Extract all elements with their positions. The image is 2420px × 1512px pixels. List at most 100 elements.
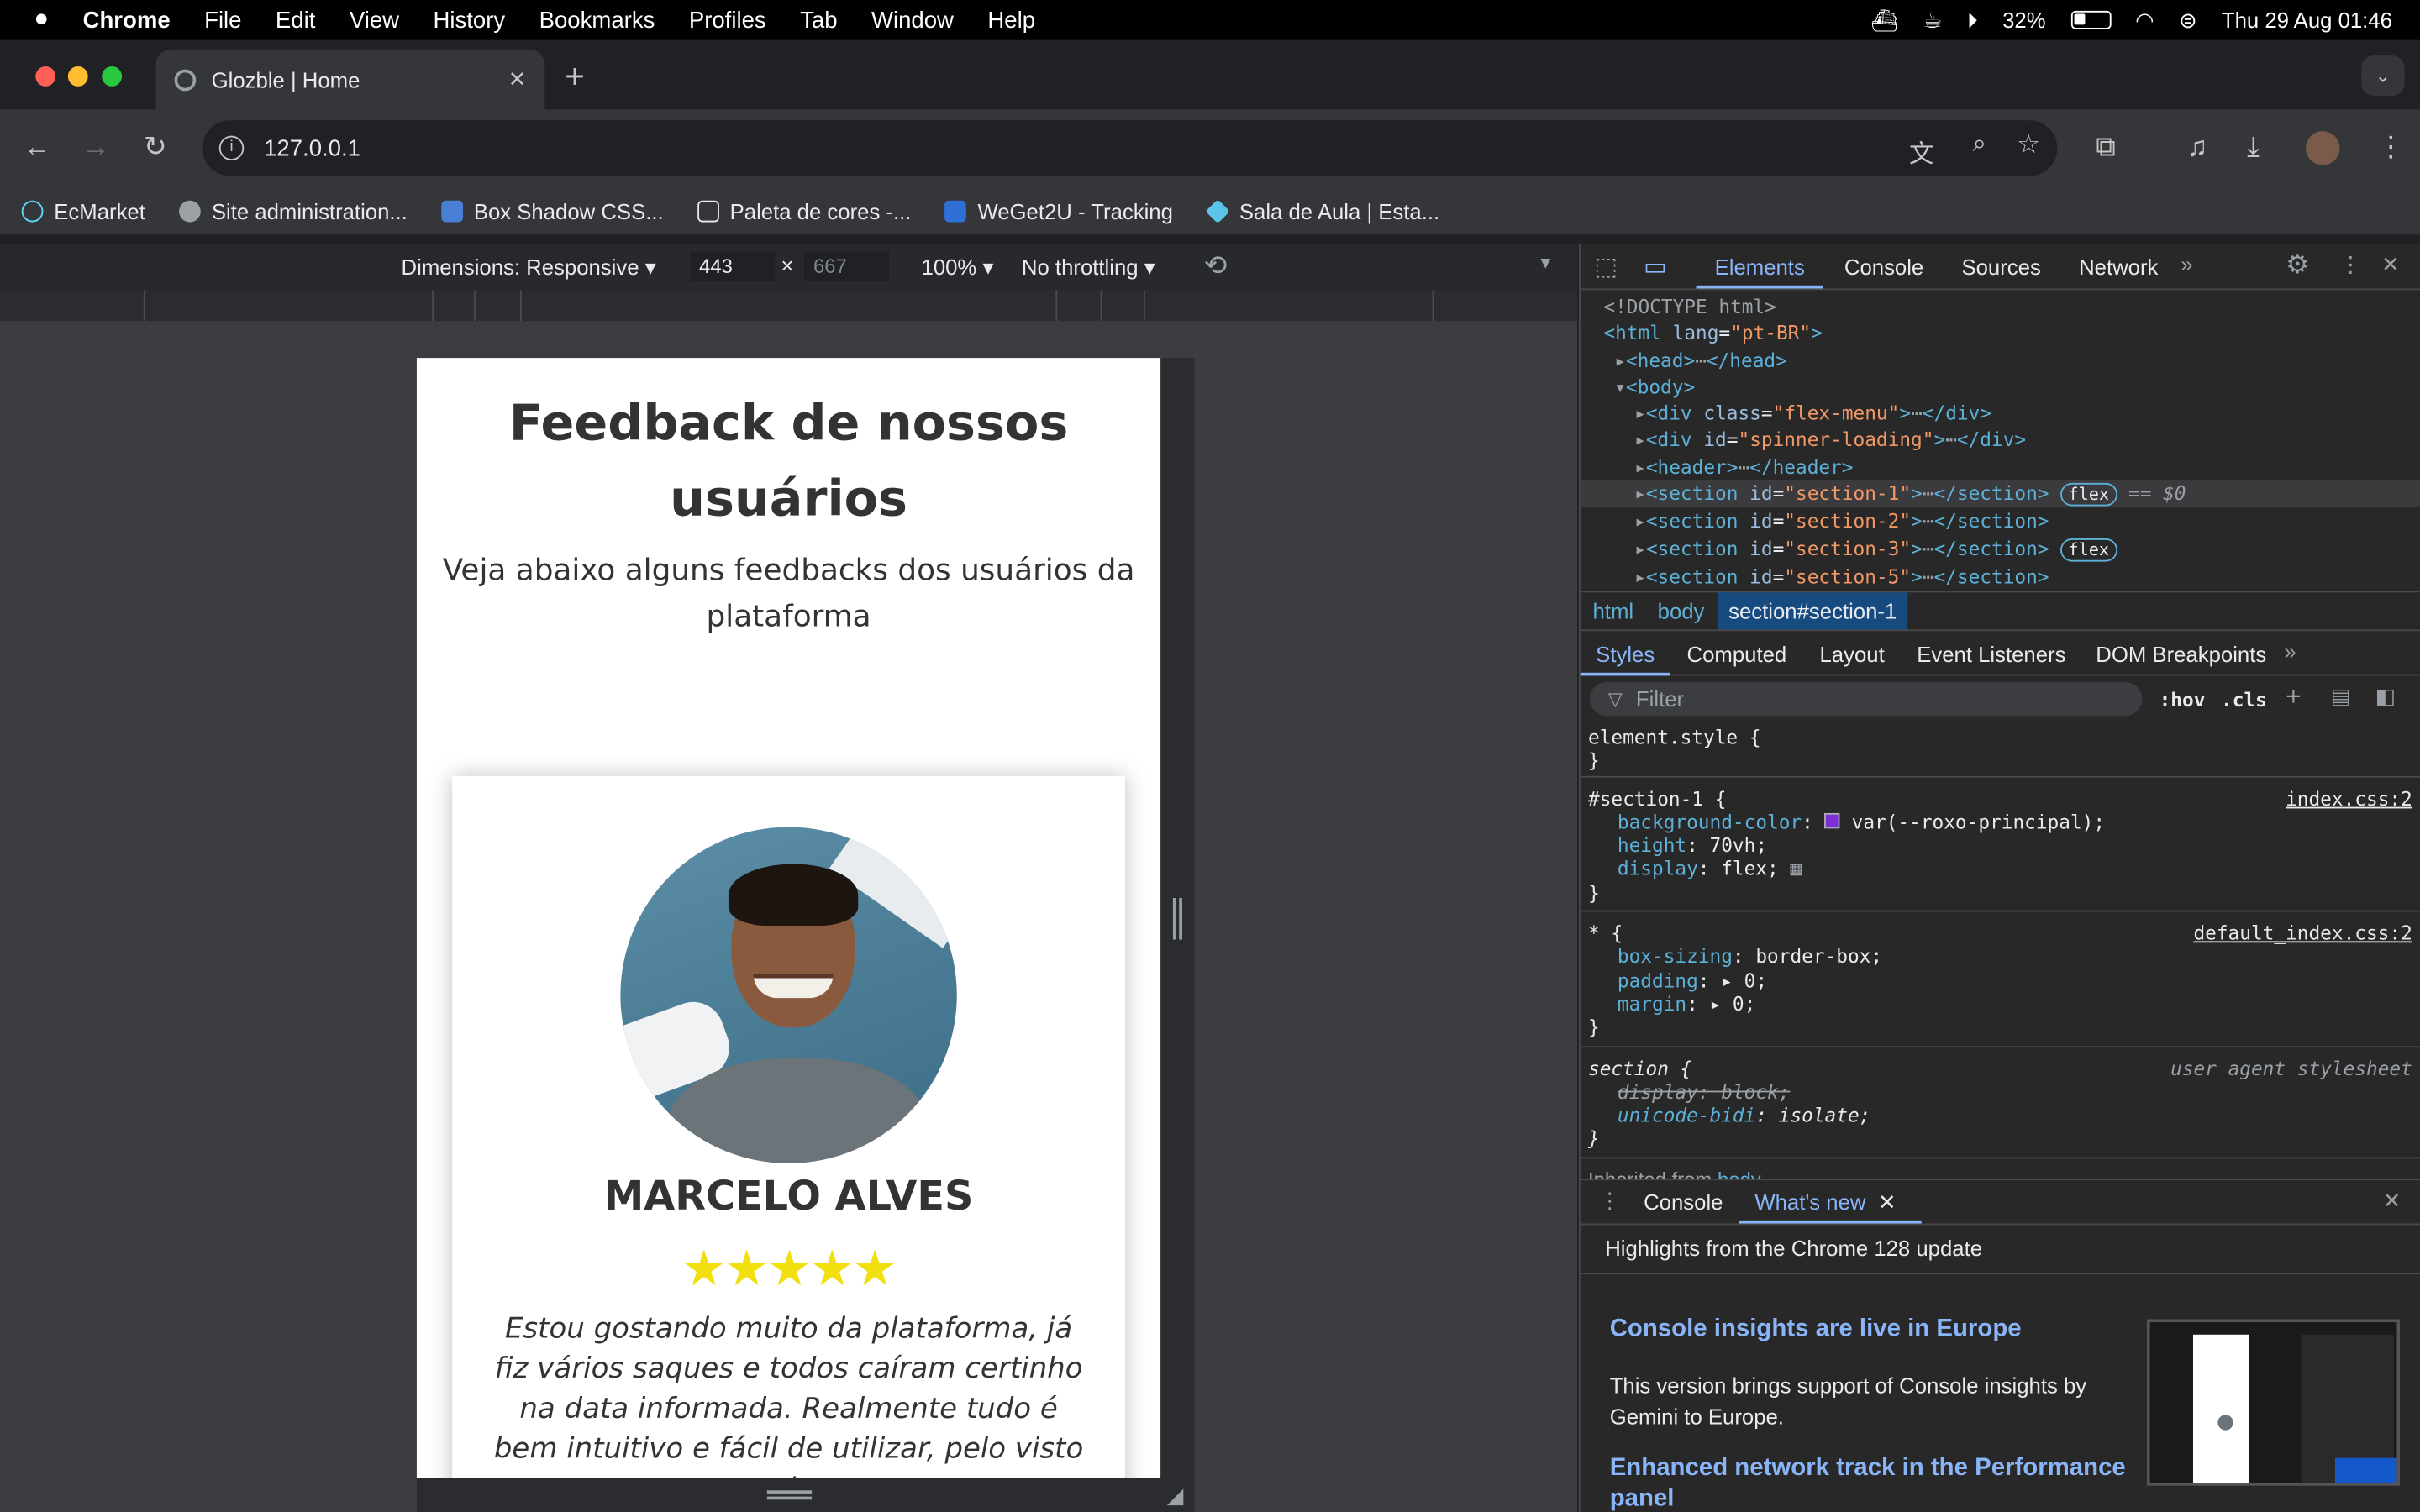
flex-badge[interactable]: flex: [2060, 483, 2118, 507]
reload-icon[interactable]: ↻: [144, 133, 167, 160]
rule-source-link-2[interactable]: default_index.css:2: [2193, 921, 2412, 945]
inspect-element-icon[interactable]: ⬚: [1594, 251, 1618, 282]
menu-history[interactable]: History: [433, 7, 505, 33]
whats-new-heading-1[interactable]: Console insights are live in Europe: [1610, 1316, 2022, 1344]
bookmark-site-administration[interactable]: Site administration...: [179, 198, 408, 223]
translate-icon[interactable]: 文: [1909, 133, 1933, 170]
settings-icon[interactable]: ⚙: [2286, 250, 2309, 281]
menu-window[interactable]: Window: [871, 7, 954, 33]
drawer-menu-icon[interactable]: ⋮: [1599, 1188, 1621, 1214]
dom-node-head[interactable]: ▸<head>⋯</head>: [1581, 347, 2420, 374]
rule-universal[interactable]: * { default_index.css:2 box-sizing: bord…: [1580, 912, 2420, 1047]
minimize-window-button[interactable]: [67, 66, 88, 87]
breadcrumb-body[interactable]: body: [1658, 599, 1705, 623]
new-tab-button[interactable]: +: [565, 60, 585, 94]
dom-node-body[interactable]: ▾<body>: [1581, 373, 2420, 400]
bookmark-paleta-de-cores[interactable]: Paleta de cores -...: [697, 198, 911, 223]
tab-search-button[interactable]: ⌄: [2361, 55, 2405, 96]
media-controls-icon[interactable]: ♫: [2187, 133, 2208, 160]
control-center-icon[interactable]: ⊜: [2179, 7, 2197, 33]
flex-badge-2[interactable]: flex: [2060, 538, 2118, 561]
device-options-icon[interactable]: ▼: [1537, 255, 1554, 273]
bookmark-ecmarket[interactable]: EcMarket: [21, 198, 145, 223]
bookmark-sala-de-aula[interactable]: Sala de Aula | Esta...: [1205, 198, 1439, 223]
extensions-icon[interactable]: ⧉: [2096, 133, 2116, 160]
tab-dom-breakpoints[interactable]: DOM Breakpoints: [2096, 642, 2266, 666]
throttling-dropdown[interactable]: No throttling ▾: [1022, 255, 1155, 281]
close-whats-new-icon[interactable]: ✕: [1878, 1189, 1897, 1214]
menu-bookmarks[interactable]: Bookmarks: [539, 7, 655, 33]
bookmark-box-shadow-css[interactable]: Box Shadow CSS...: [441, 198, 664, 223]
device-width-input[interactable]: 443: [690, 251, 776, 281]
bookmark-weget2u-tracking[interactable]: WeGet2U - Tracking: [944, 198, 1173, 223]
resize-handle-bottom[interactable]: [766, 1490, 813, 1500]
dom-node-doctype[interactable]: <!DOCTYPE html>: [1581, 293, 2420, 320]
resize-corner-icon[interactable]: ◢: [1167, 1483, 1184, 1509]
menu-view[interactable]: View: [350, 7, 399, 33]
tab-styles[interactable]: Styles: [1596, 642, 1655, 666]
device-height-input[interactable]: 667: [803, 251, 889, 281]
close-devtools-icon[interactable]: ✕: [2381, 251, 2400, 277]
wifi-icon[interactable]: ◠: [2135, 7, 2154, 33]
more-tabs-icon[interactable]: »: [2181, 251, 2192, 276]
cls-toggle[interactable]: .cls: [2221, 688, 2267, 711]
dom-node-spinner[interactable]: ▸<div id="spinner-loading">⋯</div>: [1581, 427, 2420, 454]
zoom-window-button[interactable]: [102, 66, 123, 87]
rule-source-link[interactable]: index.css:2: [2286, 786, 2412, 810]
tab-console[interactable]: Console: [1844, 255, 1923, 279]
apple-icon[interactable]: ●: [34, 6, 49, 34]
play-icon[interactable]: ⏵: [1967, 7, 1978, 33]
tab-elements[interactable]: Elements: [1715, 255, 1805, 279]
menu-profiles[interactable]: Profiles: [689, 7, 766, 33]
dom-node-section-5[interactable]: ▸<section id="section-5">⋯</section>: [1581, 563, 2420, 590]
breadcrumb-html[interactable]: html: [1593, 599, 1634, 623]
dom-node-section-1[interactable]: ▸<section id="section-1">⋯</section> fle…: [1580, 480, 2420, 508]
zoom-dropdown[interactable]: 100% ▾: [922, 255, 994, 281]
menu-tab[interactable]: Tab: [800, 7, 837, 33]
forward-icon[interactable]: →: [82, 133, 109, 160]
browser-tab[interactable]: Glozble | Home ✕: [155, 49, 545, 110]
emulated-page[interactable]: Feedback de nossos usuários Veja abaixo …: [416, 358, 1161, 1478]
device-toggle-icon[interactable]: ▭: [1644, 251, 1667, 282]
rule-user-agent-section[interactable]: section { user agent stylesheet display:…: [1580, 1047, 2420, 1158]
close-window-button[interactable]: [35, 66, 56, 87]
dimensions-dropdown[interactable]: Dimensions: Responsive ▾: [402, 255, 656, 281]
flex-editor-icon[interactable]: ▦: [1790, 857, 1802, 880]
menu-help[interactable]: Help: [987, 7, 1035, 33]
site-info-icon[interactable]: i: [218, 135, 245, 161]
drawer-tab-whats-new[interactable]: What's new ✕: [1754, 1189, 1896, 1215]
dom-node-header[interactable]: ▸<header>⋯</header>: [1581, 454, 2420, 480]
new-rule-icon[interactable]: +: [2286, 682, 2301, 713]
styles-filter-input[interactable]: ▽ Filter: [1589, 681, 2143, 717]
drawer-tab-console[interactable]: Console: [1644, 1189, 1723, 1214]
bookmark-star-icon[interactable]: ☆: [2017, 129, 2040, 160]
coffee-icon[interactable]: ☕: [1923, 7, 1942, 33]
profile-avatar[interactable]: [2306, 131, 2340, 165]
tab-close-icon[interactable]: ✕: [508, 66, 527, 92]
devtools-menu-icon[interactable]: ⋮: [2339, 251, 2361, 277]
dom-node-flex-menu[interactable]: ▸<div class="flex-menu">⋯</div>: [1581, 400, 2420, 427]
rule-section-1[interactable]: #section-1 { index.css:2 background-colo…: [1580, 777, 2420, 912]
menu-app-chrome[interactable]: Chrome: [83, 7, 171, 33]
back-icon[interactable]: ←: [24, 133, 51, 160]
menu-file[interactable]: File: [204, 7, 241, 33]
address-bar[interactable]: i 127.0.0.1 文 ⌕ ☆: [202, 120, 2058, 176]
docker-icon[interactable]: ⛴: [1870, 7, 1898, 33]
menubar-clock[interactable]: Thu 29 Aug 01:46: [2222, 8, 2392, 32]
whats-new-heading-2[interactable]: Enhanced network track in the Performanc…: [1610, 1453, 2150, 1512]
paint-icon[interactable]: ▤: [2330, 684, 2350, 710]
dom-node-html[interactable]: <html lang="pt-BR">: [1581, 320, 2420, 347]
rule-element-style[interactable]: element.style {}: [1580, 722, 2420, 777]
battery-icon[interactable]: [2070, 10, 2111, 29]
close-drawer-icon[interactable]: ✕: [2383, 1188, 2402, 1214]
tab-layout[interactable]: Layout: [1820, 642, 1885, 666]
breadcrumb-section[interactable]: section#section-1: [1718, 592, 1908, 630]
hov-toggle[interactable]: :hov: [2160, 688, 2206, 711]
rotate-icon[interactable]: ⟲: [1204, 250, 1228, 283]
downloads-icon[interactable]: ⤓: [2247, 133, 2260, 160]
tab-sources[interactable]: Sources: [1961, 255, 2040, 279]
dom-node-section-2[interactable]: ▸<section id="section-2">⋯</section>: [1581, 508, 2420, 535]
whats-new-preview-image[interactable]: [2146, 1319, 2401, 1486]
menu-edit[interactable]: Edit: [276, 7, 315, 33]
resize-handle-right[interactable]: [1172, 897, 1182, 940]
